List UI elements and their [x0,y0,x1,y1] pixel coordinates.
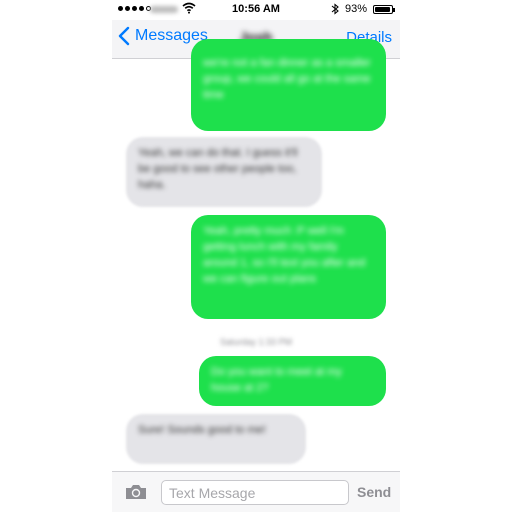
incoming-message-bubble[interactable]: Yeah, we can do that. I guess it'll be g… [126,137,322,207]
message-text: Sure! Sounds good to me! [138,424,266,436]
bluetooth-icon [331,3,339,15]
message-input-bar: Send [112,471,400,512]
message-text: Yeah, we can do that. I guess it'll be g… [138,147,298,191]
incoming-message-bubble[interactable]: Sure! Sounds good to me! [126,414,306,464]
battery-icon [373,5,395,14]
camera-icon[interactable] [124,483,148,501]
battery-fill [375,7,390,12]
outgoing-message-bubble[interactable]: Yeah, pretty much :P well I'm getting lu… [191,215,386,319]
message-text: Yeah, pretty much :P well I'm getting lu… [203,225,366,285]
message-text: Do you want to meet at my house at 2? [211,366,342,394]
message-text-field[interactable] [161,480,349,505]
message-thread[interactable]: we're not a fan dinner as a smaller grou… [112,39,400,471]
outgoing-message-bubble[interactable]: we're not a fan dinner as a smaller grou… [191,39,386,131]
send-button[interactable]: Send [357,484,391,500]
conversation-timestamp: Saturday 1:33 PM [219,337,293,347]
message-text: we're not a fan dinner as a smaller grou… [203,57,371,101]
outgoing-message-bubble[interactable]: Do you want to meet at my house at 2? [199,356,386,406]
battery-percent: 93% [345,3,368,15]
status-bar: 10:56 AM 93% [112,0,400,20]
messages-screen: 10:56 AM 93% Messages Josh Details we're… [112,0,400,512]
